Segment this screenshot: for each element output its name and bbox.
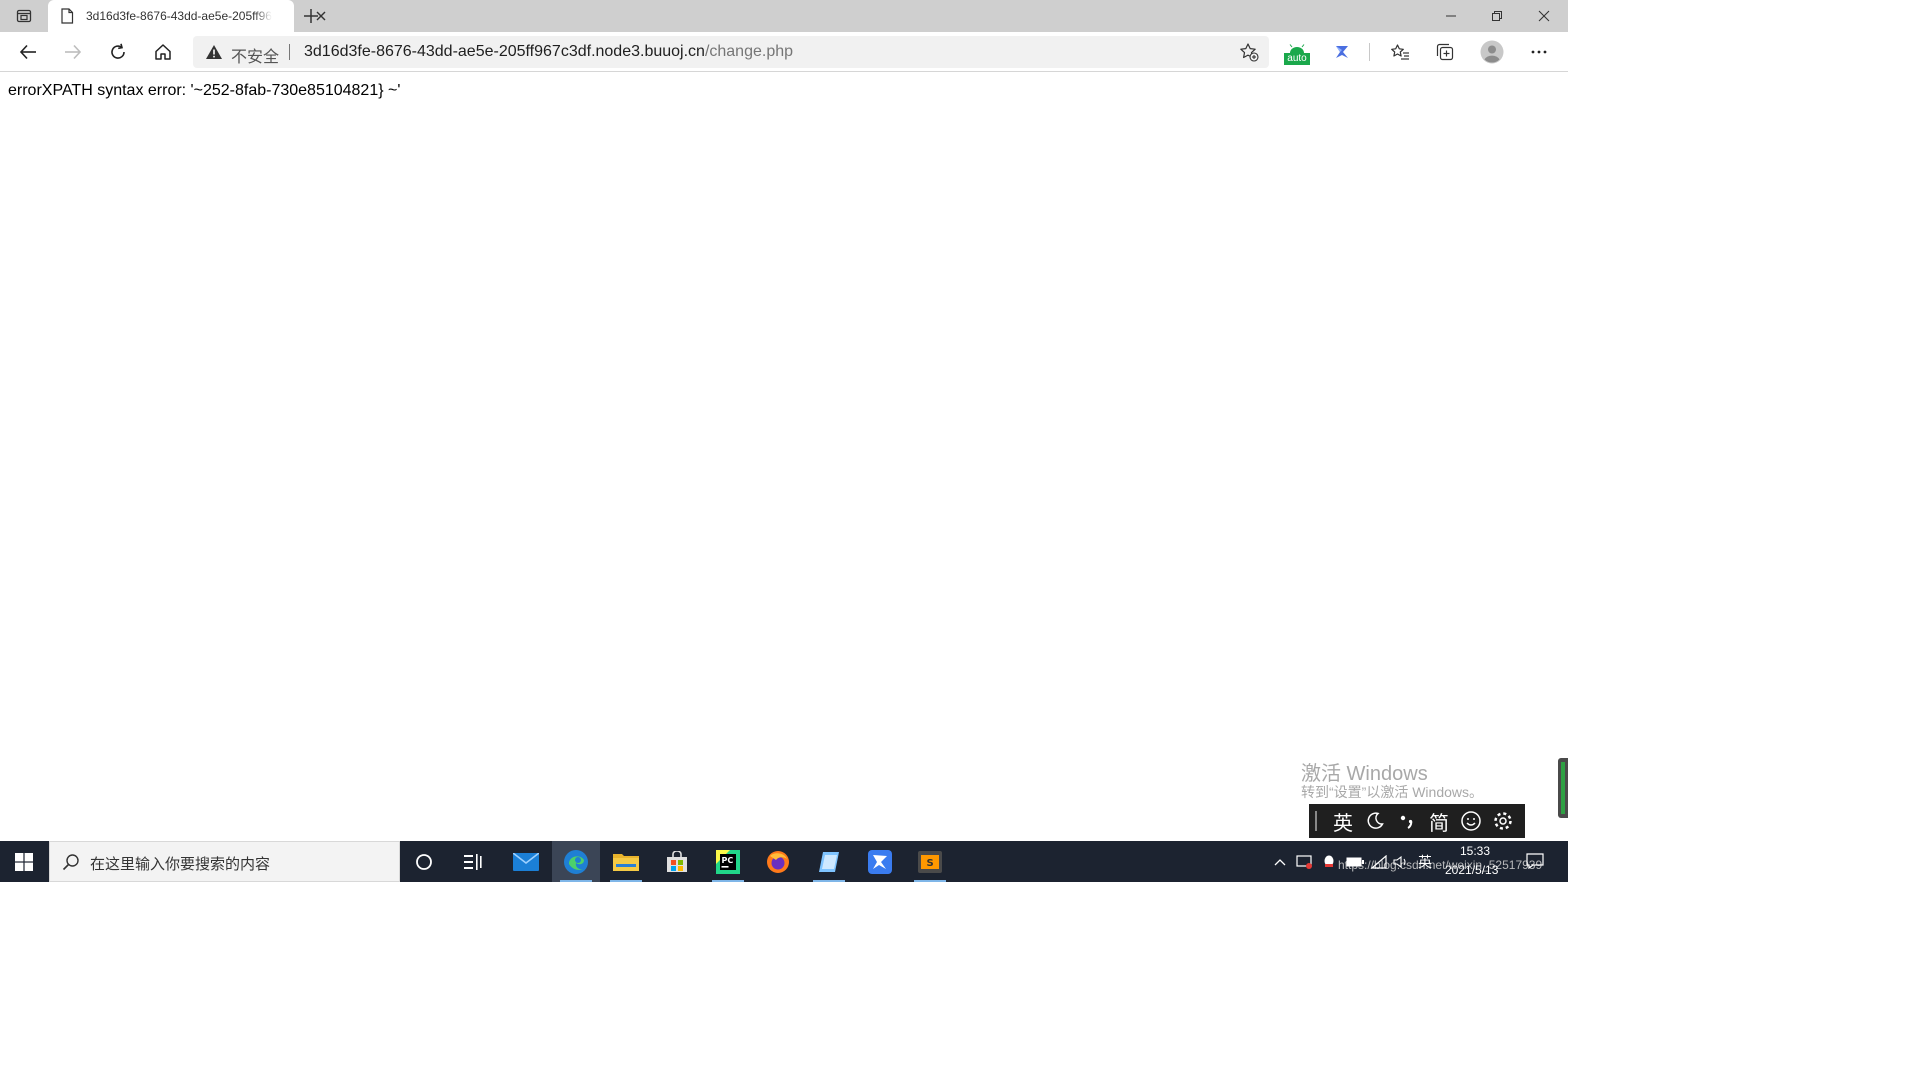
security-label[interactable]: 不安全	[231, 43, 279, 67]
close-window-button[interactable]	[1521, 0, 1567, 32]
close-window-icon	[1538, 10, 1550, 22]
favorite-add-icon[interactable]	[1239, 42, 1259, 62]
plus-icon[interactable]	[300, 5, 322, 27]
firefox-icon	[767, 850, 789, 873]
edge-browser-icon	[564, 849, 588, 874]
bird-app-icon	[868, 849, 892, 874]
url-text[interactable]: 3d16d3fe-8676-43dd-ae5e-205ff967c3df.nod…	[304, 43, 793, 61]
store-icon	[667, 850, 687, 872]
ime-mode-toggle[interactable]: 简	[1423, 804, 1455, 838]
sublime-icon: S	[918, 850, 942, 873]
url-host: 3d16d3fe-8676-43dd-ae5e-205ff967c3df.nod…	[304, 43, 705, 60]
svg-text:PC: PC	[722, 856, 734, 865]
more-button[interactable]	[1525, 38, 1553, 66]
store-app-button[interactable]	[653, 841, 701, 882]
ime-punctuation-icon[interactable]	[1391, 804, 1423, 838]
browser-toolbar: 不安全 3d16d3fe-8676-43dd-ae5e-205ff967c3df…	[0, 32, 1568, 72]
home-button[interactable]	[149, 38, 177, 66]
minimize-button[interactable]	[1428, 0, 1474, 32]
tab-title: 3d16d3fe-8676-43dd-ae5e-205ff967c3df.nod…	[86, 9, 272, 23]
extension-icon	[1336, 46, 1348, 58]
toolbar-divider	[1369, 43, 1370, 61]
notes-icon	[819, 851, 839, 872]
minimize-icon	[1446, 15, 1456, 17]
tray-battery-icon[interactable]	[1346, 853, 1364, 871]
task-view-button[interactable]	[449, 841, 497, 882]
address-bar[interactable]: 不安全 3d16d3fe-8676-43dd-ae5e-205ff967c3df…	[193, 36, 1269, 68]
ime-language-toggle[interactable]: 英	[1327, 804, 1359, 838]
chevron-up-icon	[1274, 859, 1286, 866]
favorites-icon	[1391, 44, 1409, 60]
task-view-icon	[464, 853, 482, 870]
restore-button[interactable]	[1474, 0, 1520, 32]
back-button[interactable]	[14, 38, 42, 66]
collections-button[interactable]	[1431, 38, 1459, 66]
collections-icon	[1436, 43, 1454, 61]
start-button[interactable]	[0, 841, 48, 882]
tab-strip: 3d16d3fe-8676-43dd-ae5e-205ff967c3df.nod…	[0, 0, 1568, 32]
ime-emoji-icon[interactable]	[1455, 804, 1487, 838]
clock-time[interactable]: 15:33	[1460, 844, 1490, 858]
clock-date[interactable]: 2021/5/13	[1445, 863, 1498, 877]
taskbar: 在这里输入你要搜索的内容 PC S https://blog.csdn.net/…	[0, 841, 1568, 882]
refresh-icon	[111, 43, 125, 59]
auto-extension-button[interactable]: auto	[1284, 44, 1310, 66]
refresh-button[interactable]	[104, 38, 132, 66]
tray-wifi-icon[interactable]	[1370, 853, 1388, 871]
tray-input-language[interactable]: 英	[1418, 852, 1432, 872]
firefox-app-button[interactable]	[754, 841, 802, 882]
page-icon	[61, 8, 74, 24]
feishu-app-button[interactable]	[856, 841, 904, 882]
page-content: errorXPATH syntax error: '~252-8fab-730e…	[0, 73, 1568, 841]
forward-button[interactable]	[59, 38, 87, 66]
warning-icon[interactable]	[205, 44, 223, 60]
extension-button[interactable]	[1328, 38, 1356, 66]
tab-actions-icon	[16, 9, 32, 23]
notes-app-button[interactable]	[805, 841, 853, 882]
tray-security-icon[interactable]	[1296, 853, 1314, 871]
notification-icon[interactable]	[1526, 853, 1544, 869]
address-separator	[289, 44, 290, 60]
tray-volume-icon[interactable]	[1392, 853, 1410, 871]
ime-moon-icon[interactable]	[1359, 804, 1391, 838]
cortana-button[interactable]	[400, 841, 448, 882]
error-message: errorXPATH syntax error: '~252-8fab-730e…	[8, 82, 401, 99]
side-panel-handle[interactable]	[1558, 758, 1568, 818]
back-icon	[19, 44, 36, 60]
profile-icon	[1480, 40, 1504, 64]
ime-drag-handle[interactable]	[1315, 811, 1327, 831]
activation-watermark-subtitle: 转到“设置”以激活 Windows。	[1301, 784, 1484, 800]
pycharm-icon: PC	[716, 849, 740, 874]
edge-app-button[interactable]	[552, 841, 600, 882]
folder-icon	[613, 853, 639, 871]
favorites-button[interactable]	[1386, 38, 1414, 66]
tab-actions-button[interactable]	[8, 4, 40, 28]
sublime-app-button[interactable]: S	[906, 841, 954, 882]
taskbar-search-box[interactable]: 在这里输入你要搜索的内容	[49, 841, 400, 882]
auto-badge: auto	[1284, 53, 1310, 65]
file-explorer-button[interactable]	[602, 841, 650, 882]
ime-toolbar: 英 简	[1309, 804, 1525, 838]
forward-icon	[65, 44, 82, 60]
search-icon	[62, 854, 79, 871]
ime-settings-icon[interactable]	[1487, 804, 1519, 838]
search-placeholder: 在这里输入你要搜索的内容	[90, 856, 271, 873]
svg-text:S: S	[927, 858, 934, 869]
tray-overflow-button[interactable]	[1271, 853, 1289, 871]
cortana-icon	[416, 853, 432, 870]
active-tab[interactable]: 3d16d3fe-8676-43dd-ae5e-205ff967c3df.nod…	[48, 0, 326, 32]
mail-icon	[513, 852, 539, 871]
profile-button[interactable]	[1478, 38, 1506, 66]
restore-icon	[1492, 11, 1502, 21]
more-icon	[1531, 50, 1547, 54]
mail-app-button[interactable]	[502, 841, 550, 882]
url-path: /change.php	[704, 43, 794, 60]
pycharm-app-button[interactable]: PC	[704, 841, 752, 882]
home-icon	[155, 44, 171, 60]
windows-logo-icon	[15, 852, 33, 871]
source-watermark: https://blog.csdn.net/weixin_52517939	[1338, 858, 1543, 872]
tray-qq-icon[interactable]	[1320, 853, 1338, 871]
